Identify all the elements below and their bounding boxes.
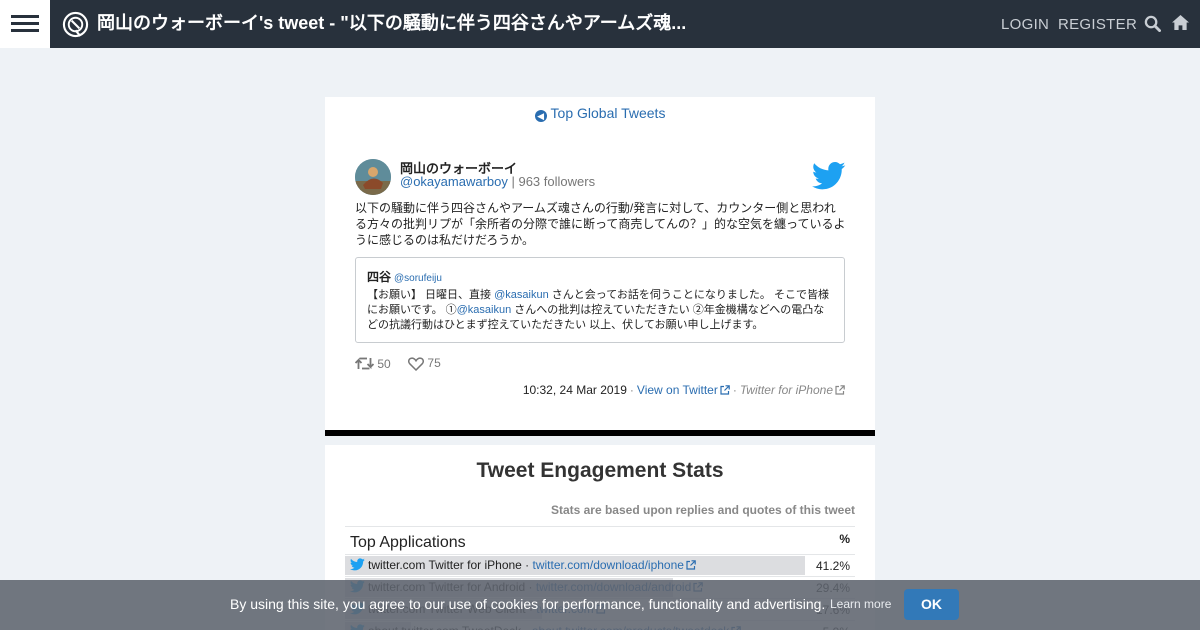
quoted-author-name: 四谷 [367, 270, 392, 284]
search-icon[interactable] [1144, 15, 1161, 32]
learn-more-link[interactable]: Learn more [830, 597, 891, 611]
like-count: 75 [427, 356, 441, 370]
tweet-meta: 10:32, 24 Mar 2019 · View on Twitter · Twitt… [523, 383, 845, 397]
top-applications-heading: Top Applications [350, 534, 466, 551]
quote-text-part: 【お願い】 日曜日、直接 [367, 289, 495, 301]
register-link[interactable]: REGISTER [1058, 16, 1137, 33]
app-percent: 41.2% [815, 559, 850, 573]
cookie-text: By using this site, you agree to our use… [230, 596, 826, 612]
mention-link[interactable]: @kasaikun [457, 304, 512, 316]
page-title: 岡山のウォーボーイ's tweet - "以下の騒動に伴う四谷さんやアームズ魂.… [97, 13, 687, 33]
app-label: twitter.com Twitter for iPhone · twitter… [349, 558, 696, 574]
view-on-twitter-link[interactable]: View on Twitter [637, 383, 730, 397]
tweet-text: 以下の騒動に伴う四谷さんやアームズ魂さんの行動/発言に対して、カウンター側と思わ… [355, 201, 846, 247]
app-row: twitter.com Twitter for iPhone · twitter… [345, 554, 855, 576]
percent-column-header: % [839, 532, 850, 546]
tweet-source-label: Twitter for iPhone [739, 383, 833, 397]
top-global-tweets-link[interactable]: ◀ Top Global Tweets [325, 105, 875, 122]
login-link[interactable]: LOGIN [1001, 16, 1049, 33]
arrow-left-icon: ◀ [534, 110, 547, 122]
stats-table-header: Top Applications % [345, 526, 855, 554]
separator: · [629, 383, 634, 397]
top-navbar: 岡山のウォーボーイ's tweet - "以下の騒動に伴う四谷さんやアームズ魂.… [0, 0, 1200, 48]
retweet-count: 50 [377, 356, 391, 371]
twitter-bird-icon [812, 161, 846, 190]
quoted-author-handle[interactable]: @sorufeiju [394, 273, 442, 284]
view-on-twitter-label: View on Twitter [636, 383, 718, 397]
cookie-banner: By using this site, you agree to our use… [0, 580, 1200, 630]
mention-link[interactable]: @kasaikun [494, 289, 549, 301]
app-link-label: twitter.com/download/iphone [532, 558, 684, 572]
external-link-icon [686, 559, 696, 573]
external-link-icon [835, 385, 845, 395]
app-link[interactable]: twitter.com/download/iphone [533, 558, 696, 572]
stats-note: Stats are based upon replies and quotes … [550, 503, 855, 517]
cookie-ok-button[interactable]: OK [904, 589, 959, 620]
author-handle[interactable]: @okayamawarboy [400, 174, 508, 189]
stats-title: Tweet Engagement Stats [476, 459, 724, 482]
menu-icon[interactable] [0, 0, 50, 48]
follower-count: | 963 followers [511, 174, 596, 189]
retweet-icon[interactable] [355, 357, 374, 370]
tweet-timestamp: 10:32, 24 Mar 2019 [522, 383, 627, 397]
separator: · [732, 383, 737, 397]
external-link-icon [720, 385, 730, 395]
tweet-source-link[interactable]: Twitter for iPhone [740, 383, 845, 397]
tweet-actions: 50 75 [355, 356, 441, 371]
quoted-tweet[interactable]: 四谷 @sorufeiju 【お願い】 日曜日、直接 @kasaikun さんと会… [355, 257, 845, 343]
app-name: twitter.com Twitter for iPhone [368, 558, 522, 572]
heart-icon[interactable] [408, 357, 425, 371]
author-meta: @okayamawarboy | 963 followers [400, 174, 595, 189]
quoted-tweet-text: 【お願い】 日曜日、直接 @kasaikun さんと会ってお話を伺うことになりま… [367, 288, 833, 333]
quoted-author: 四谷 @sorufeiju [367, 268, 442, 285]
tweet-card: ◀ Top Global Tweets 岡山のウォーボーイ @okayamawar… [325, 97, 875, 430]
site-logo-icon[interactable] [62, 11, 89, 38]
home-icon[interactable] [1171, 14, 1190, 31]
section-divider [325, 430, 875, 436]
separator: · [521, 558, 533, 572]
back-link-label: Top Global Tweets [550, 105, 666, 121]
avatar[interactable] [355, 159, 391, 195]
twitter-bird-icon [349, 558, 365, 574]
